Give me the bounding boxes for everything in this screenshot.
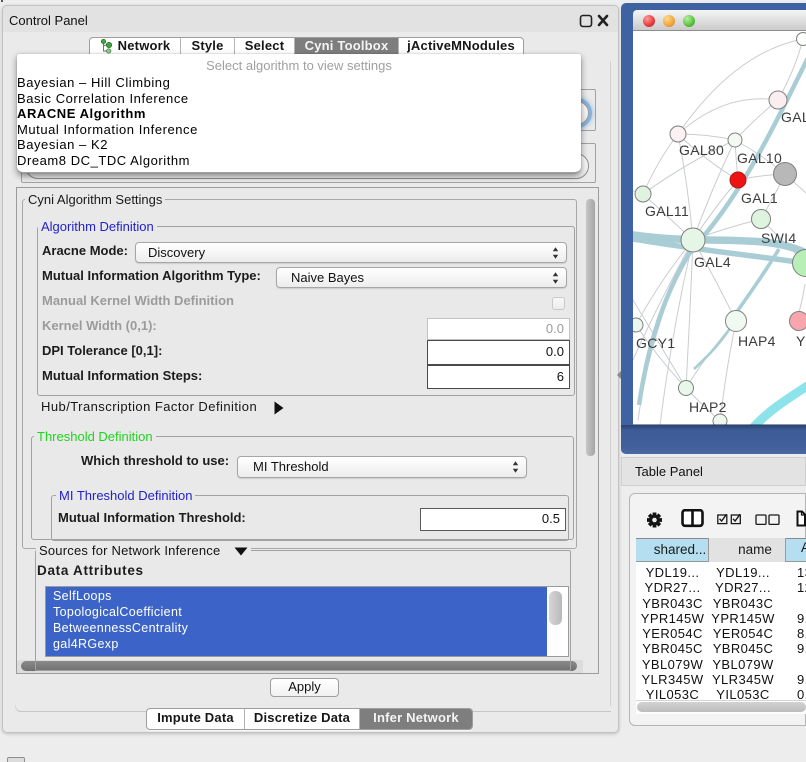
svg-text:HAP2: HAP2: [689, 399, 727, 415]
svg-text:GAL1: GAL1: [741, 190, 778, 206]
svg-text:GAL80: GAL80: [679, 142, 724, 158]
svg-text:GAL10: GAL10: [737, 150, 782, 166]
svg-text:GAL2: GAL2: [781, 109, 806, 125]
svg-text:Y: Y: [796, 333, 806, 349]
svg-text:GAL4: GAL4: [694, 254, 731, 270]
svg-text:GCY1: GCY1: [636, 335, 675, 351]
svg-text:HAP4: HAP4: [738, 333, 776, 349]
svg-text:SWI4: SWI4: [761, 230, 796, 246]
svg-text:GAL11: GAL11: [645, 203, 689, 219]
